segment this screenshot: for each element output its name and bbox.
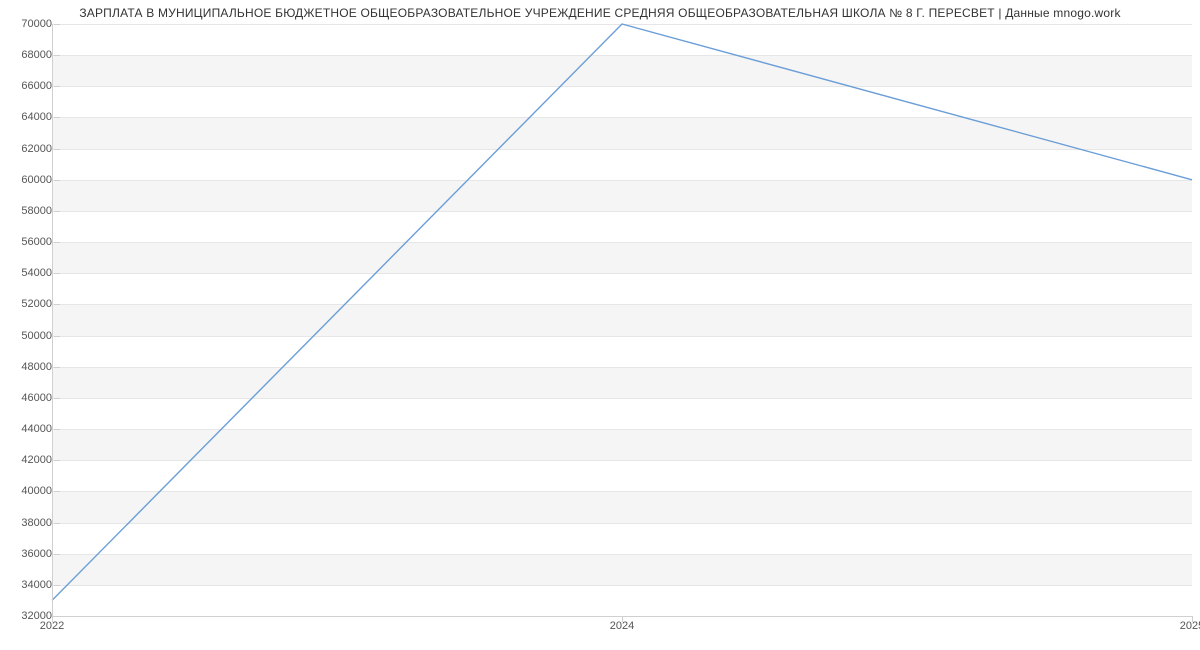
y-tick [54, 398, 60, 399]
y-tick-label: 44000 [8, 423, 52, 435]
y-tick-label: 52000 [8, 298, 52, 310]
x-tick-label: 2025 [1180, 620, 1200, 632]
y-tick-label: 40000 [8, 485, 52, 497]
y-tick-label: 36000 [8, 548, 52, 560]
y-tick [54, 211, 60, 212]
chart-title: ЗАРПЛАТА В МУНИЦИПАЛЬНОЕ БЮДЖЕТНОЕ ОБЩЕО… [0, 0, 1200, 20]
chart-area [52, 24, 1192, 616]
y-tick-label: 38000 [8, 517, 52, 529]
y-tick [54, 273, 60, 274]
y-tick-label: 62000 [8, 143, 52, 155]
y-tick [54, 585, 60, 586]
y-tick-label: 60000 [8, 174, 52, 186]
y-axis [52, 24, 53, 616]
y-tick-label: 34000 [8, 579, 52, 591]
y-tick [54, 117, 60, 118]
y-tick [54, 616, 60, 617]
y-tick-label: 70000 [8, 18, 52, 30]
y-tick-label: 64000 [8, 111, 52, 123]
y-tick [54, 336, 60, 337]
y-tick-label: 48000 [8, 361, 52, 373]
y-tick [54, 491, 60, 492]
series-line [52, 24, 1192, 600]
y-tick-label: 56000 [8, 236, 52, 248]
y-tick-label: 66000 [8, 80, 52, 92]
y-tick-label: 68000 [8, 49, 52, 61]
y-tick-label: 58000 [8, 205, 52, 217]
y-tick-label: 46000 [8, 392, 52, 404]
x-tick [1192, 616, 1193, 622]
y-tick [54, 554, 60, 555]
y-tick-label: 50000 [8, 330, 52, 342]
y-tick [54, 55, 60, 56]
y-tick-label: 54000 [8, 267, 52, 279]
y-tick [54, 367, 60, 368]
y-tick [54, 242, 60, 243]
x-tick [622, 616, 623, 622]
y-tick [54, 460, 60, 461]
y-tick [54, 24, 60, 25]
y-tick [54, 149, 60, 150]
y-tick-label: 42000 [8, 454, 52, 466]
y-tick [54, 180, 60, 181]
y-tick [54, 429, 60, 430]
y-tick [54, 304, 60, 305]
y-tick [54, 523, 60, 524]
x-tick [52, 616, 53, 622]
y-tick [54, 86, 60, 87]
